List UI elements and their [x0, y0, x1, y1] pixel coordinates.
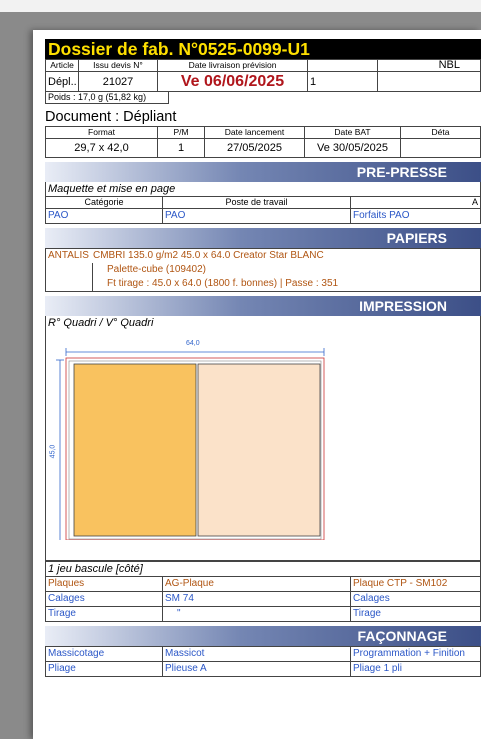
paper-supplier: ANTALIS — [48, 250, 89, 261]
sheet-pose-recto — [73, 363, 197, 537]
page-content: Dossier de fab. N°0525-0099-U1 Article I… — [45, 39, 481, 677]
faconnage-row-article: Pliage 1 pli — [350, 661, 481, 677]
impression-row-label: Tirage — [45, 606, 163, 622]
document-page: Dossier de fab. N°0525-0099-U1 Article I… — [33, 30, 481, 739]
faconnage-row-label: Pliage — [45, 661, 163, 677]
delivery-date: Ve 06/06/2025 — [157, 71, 308, 92]
sheet-pose-verso — [197, 363, 321, 537]
faconnage-row-article: Programmation + Finition — [350, 646, 481, 662]
header-extra-value — [377, 71, 481, 92]
impression-subtitle: R° Quadri / V° Quadri — [45, 316, 481, 330]
weight-info: Poids : 17,0 g (51,82 kg) — [45, 92, 169, 104]
prepresse-subtitle: Maquette et mise en page — [45, 182, 481, 196]
width-dimension-label: 64,0 — [186, 340, 200, 347]
paper-line-2: Palette-cube (109402) — [107, 264, 206, 275]
article-value: Dépl.. — [45, 71, 79, 92]
doc-col-pm: P/M — [157, 126, 205, 139]
doc-col-bat: Date BAT — [304, 126, 401, 139]
impression-table: Plaques AG-Plaque Plaque CTP - SM102 Cal… — [45, 576, 481, 622]
faconnage-row-poste: Massicot — [162, 646, 351, 662]
section-papiers: PAPIERS — [45, 228, 481, 248]
prepresse-table: Catégorie Poste de travail A PAO PAO For… — [45, 196, 481, 224]
imposition-area: 64,0 45,0 — [45, 330, 481, 561]
paper-details: ANTALIS CMBRI 135.0 g/m2 45.0 x 64.0 Cre… — [45, 248, 481, 292]
impression-row-poste: " — [162, 606, 351, 622]
impression-row-article: Plaque CTP - SM102 — [350, 576, 481, 592]
imposition-diagram — [56, 348, 325, 540]
doc-pm: 1 — [157, 138, 205, 158]
impression-row-poste: AG-Plaque — [162, 576, 351, 592]
section-faconnage: FAÇONNAGE — [45, 626, 481, 646]
section-impression: IMPRESSION — [45, 296, 481, 316]
height-dimension-label: 45,0 — [49, 444, 57, 459]
header-col-empty — [307, 59, 378, 72]
impression-row-label: Plaques — [45, 576, 163, 592]
faconnage-row-label: Massicotage — [45, 646, 163, 662]
prepresse-col-poste: Poste de travail — [162, 196, 351, 209]
prepresse-article: Forfaits PAO — [350, 208, 481, 224]
doc-col-format: Format — [45, 126, 158, 139]
header-col-nbl: NBL — [377, 59, 481, 72]
prepresse-col-a: A — [350, 196, 481, 209]
prepresse-poste: PAO — [162, 208, 351, 224]
window-top-bar — [0, 0, 481, 12]
prepresse-col-categorie: Catégorie — [45, 196, 163, 209]
doc-detail — [400, 138, 481, 158]
header-col-devis: Issu devis N° — [78, 59, 158, 72]
impression-row-article: Tirage — [350, 606, 481, 622]
impression-jeu: 1 jeu bascule [côté] — [45, 561, 481, 576]
devis-value: 21027 — [78, 71, 158, 92]
faconnage-row-poste: Plieuse A — [162, 661, 351, 677]
section-prepresse: PRE-PRESSE — [45, 162, 481, 182]
impression-row-label: Calages — [45, 591, 163, 607]
header-col-article: Article — [45, 59, 79, 72]
doc-lancement: 27/05/2025 — [204, 138, 305, 158]
header-table: Article Issu devis N° Date livraison pré… — [45, 59, 481, 92]
doc-col-lancement: Date lancement — [204, 126, 305, 139]
header-col-livraison: Date livraison prévision — [157, 59, 308, 72]
doc-col-detail: Déta — [400, 126, 481, 139]
impression-row-poste: SM 74 — [162, 591, 351, 607]
paper-line-1: CMBRI 135.0 g/m2 45.0 x 64.0 Creator Sta… — [93, 250, 324, 261]
doc-bat: Ve 30/05/2025 — [304, 138, 401, 158]
page-title: Dossier de fab. N°0525-0099-U1 — [45, 39, 481, 59]
document-title: Document : Dépliant — [45, 109, 177, 125]
document-table: Format P/M Date lancement Date BAT Déta … — [45, 126, 481, 158]
paper-line-3: Ft tirage : 45.0 x 64.0 (1800 f. bonnes)… — [107, 278, 339, 289]
doc-format: 29,7 x 42,0 — [45, 138, 158, 158]
faconnage-table: Massicotage Massicot Programmation + Fin… — [45, 646, 481, 677]
impression-row-article: Calages — [350, 591, 481, 607]
paper-indent-line — [92, 263, 93, 291]
prepresse-categorie: PAO — [45, 208, 163, 224]
nbl-value: 1 — [307, 71, 378, 92]
